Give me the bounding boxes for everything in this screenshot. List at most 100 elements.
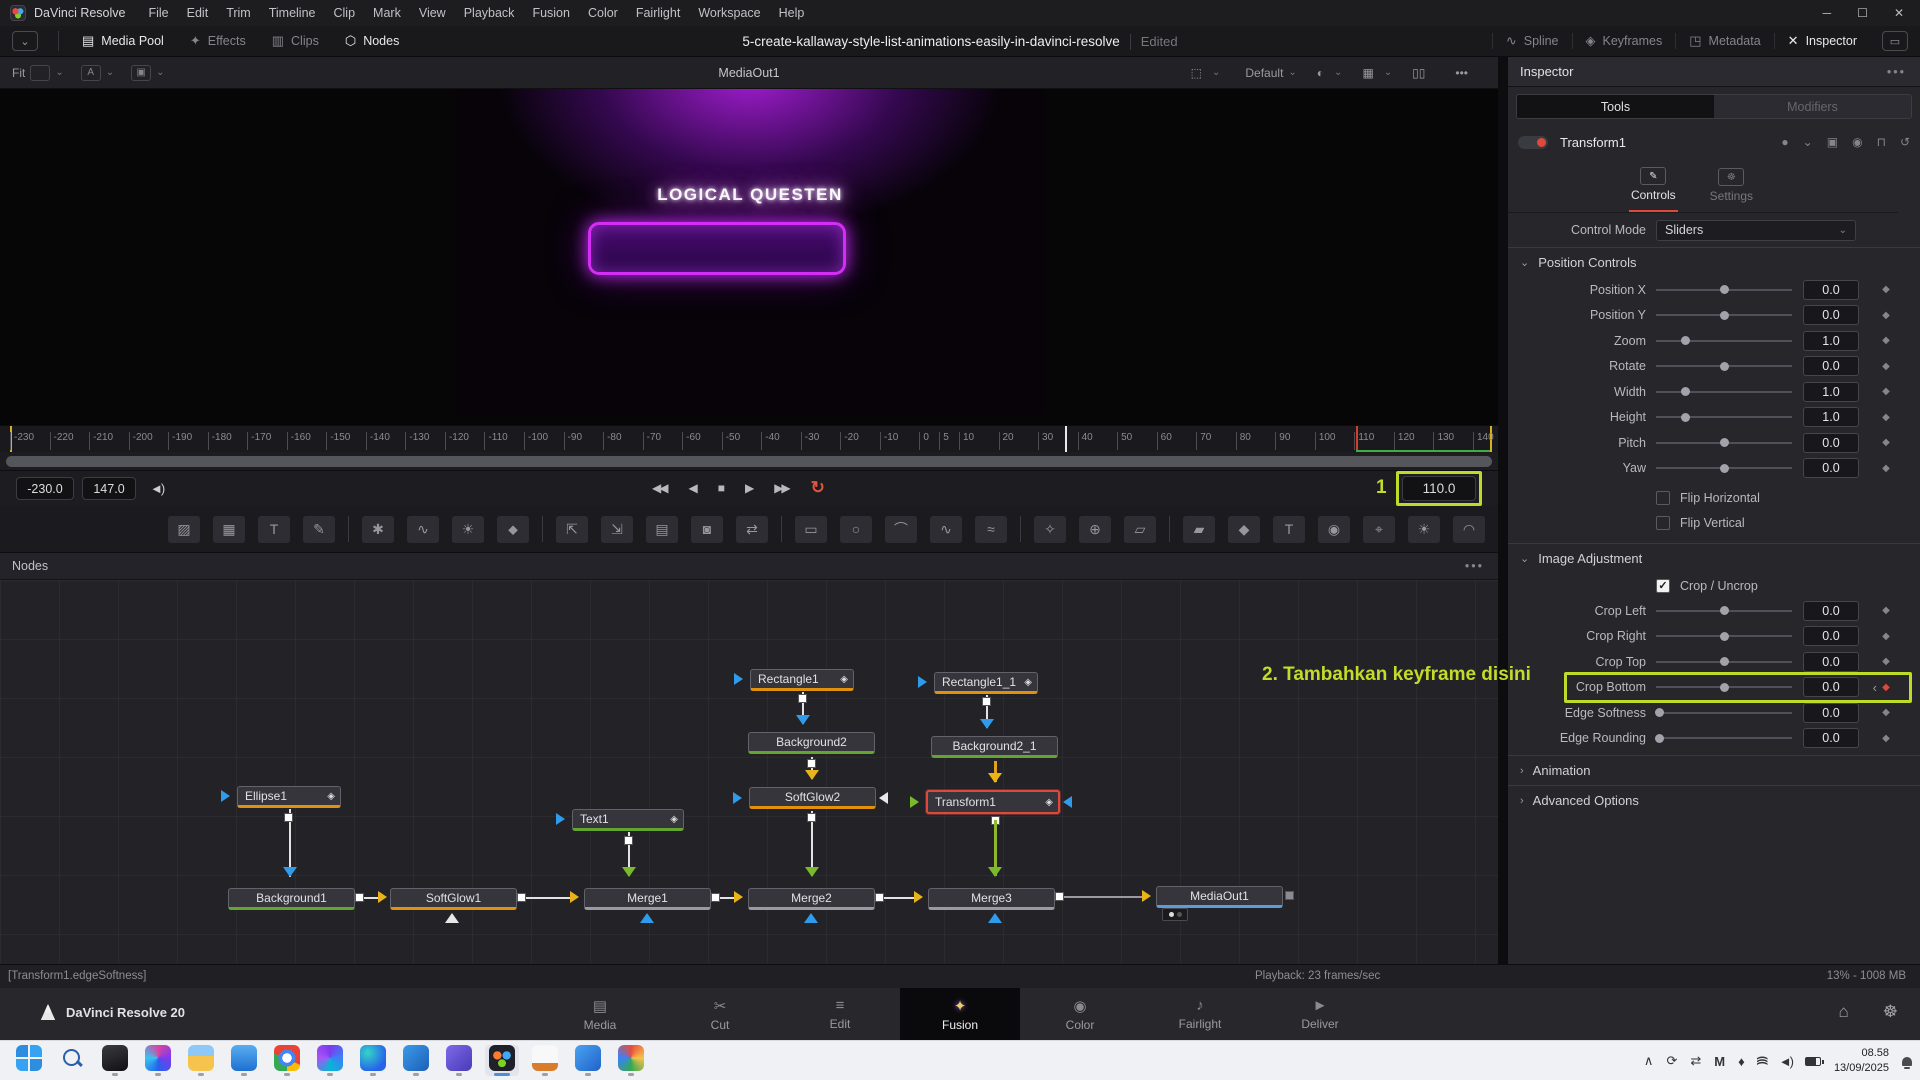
renderer-3d-icon[interactable]: ◠ [1453, 515, 1485, 543]
node-view-diamond-icon[interactable]: ◈ [670, 814, 678, 825]
photos-icon[interactable] [571, 1045, 605, 1076]
node-input-port[interactable] [221, 790, 230, 802]
menu-item[interactable]: Edit [178, 6, 218, 20]
keyframe-diamond-icon[interactable]: ◆ [1879, 656, 1893, 667]
slider-handle[interactable] [1680, 412, 1690, 422]
node-text1[interactable]: Text1 ◈ [572, 809, 684, 831]
text-3d-icon[interactable]: T [1273, 515, 1305, 543]
metadata-button[interactable]: ◳ Metadata [1675, 33, 1773, 49]
connector-handle[interactable] [1285, 891, 1294, 900]
node-background2-1[interactable]: Background2_1 [931, 736, 1058, 758]
vscode-icon[interactable] [399, 1045, 433, 1076]
sep[interactable] [1169, 516, 1170, 542]
fit-zoom-select[interactable]: Fit ⌄ [12, 64, 64, 81]
slider-track[interactable] [1656, 410, 1792, 424]
connector-handle[interactable] [355, 893, 364, 902]
connector-handle[interactable] [284, 813, 293, 822]
node-input-port-selected[interactable] [910, 796, 919, 808]
keyframe-diamond-icon[interactable]: ◆ [1879, 310, 1893, 321]
overlay-select[interactable]: ⬚ ⌄ [1181, 66, 1231, 80]
value-field[interactable]: 0.0 [1803, 626, 1859, 647]
node-view-diamond-icon[interactable]: ◈ [1024, 677, 1032, 688]
slider-handle[interactable] [1720, 361, 1729, 371]
page-tab-cut[interactable]: ✂ Cut [660, 988, 780, 1040]
connector-handle[interactable] [624, 836, 633, 845]
slider-track[interactable] [1656, 655, 1792, 669]
particle-forces-icon[interactable]: ⊕ [1079, 515, 1111, 543]
slider-handle[interactable] [1720, 310, 1729, 320]
reset-icon[interactable]: ↺ [1900, 135, 1910, 149]
slider-handle[interactable] [1680, 387, 1690, 397]
connector-handle[interactable] [807, 813, 816, 822]
slider-track[interactable] [1656, 680, 1792, 694]
volume-icon[interactable]: ◄) [1779, 1054, 1794, 1069]
inspector-button[interactable]: ✕ Inspector [1773, 33, 1870, 49]
viewer-menu-button[interactable]: ••• [1445, 66, 1488, 80]
keyframe-diamond-icon[interactable]: ◆ [1879, 682, 1893, 693]
slider-handle[interactable] [1654, 708, 1664, 718]
particle-emitter-icon[interactable]: ✧ [1034, 515, 1066, 543]
paint-icon[interactable]: ✎ [303, 515, 335, 543]
text-plus-icon[interactable]: T [258, 515, 290, 543]
slider-track[interactable] [1656, 436, 1792, 450]
value-field[interactable]: 0.0 [1803, 702, 1859, 723]
slider-track[interactable] [1656, 385, 1792, 399]
viewer-panel[interactable]: LOGICAL QUESTEN [0, 89, 1498, 425]
search-button[interactable] [55, 1045, 89, 1071]
slider-track[interactable] [1656, 461, 1792, 475]
page-tab-media[interactable]: ▤ Media [540, 988, 660, 1040]
slider-track[interactable] [1654, 731, 1792, 745]
menu-item[interactable]: Timeline [260, 6, 325, 20]
ellipse-mask-icon[interactable]: ○ [840, 515, 872, 543]
menu-item[interactable]: Workspace [689, 6, 769, 20]
menu-item[interactable]: Mark [364, 6, 410, 20]
wand-mask-icon[interactable]: ≈ [975, 515, 1007, 543]
dual-screen-icon[interactable]: ▭ [1882, 31, 1908, 51]
menu-item[interactable]: Color [579, 6, 627, 20]
bspline-mask-icon[interactable]: ∿ [930, 515, 962, 543]
page-tab-fairlight[interactable]: ♪ Fairlight [1140, 988, 1260, 1040]
page-tab-deliver[interactable]: ► Deliver [1260, 988, 1380, 1040]
range-start-field[interactable]: -230.0 [16, 477, 74, 500]
value-field[interactable]: 1.0 [1803, 407, 1859, 428]
inspector-menu[interactable]: ••• [1887, 65, 1906, 79]
phone-link-icon[interactable] [98, 1045, 132, 1076]
minimize-button[interactable]: ─ [1823, 6, 1832, 20]
copy-icon[interactable]: ▣ [1827, 135, 1838, 149]
menu-item[interactable]: Trim [217, 6, 260, 20]
slider-handle[interactable] [1654, 733, 1664, 743]
node-softglow1[interactable]: SoftGlow1 [390, 888, 517, 910]
designer-icon[interactable] [313, 1045, 347, 1076]
go-to-start-button[interactable]: ◀◀ [652, 481, 669, 495]
slider-handle[interactable] [1720, 285, 1729, 295]
value-field[interactable]: 0.0 [1803, 728, 1859, 749]
close-button[interactable]: ✕ [1894, 6, 1904, 20]
clipchamp-icon[interactable] [141, 1045, 175, 1076]
nodes-button[interactable]: ⬡ Nodes [332, 33, 413, 49]
value-field[interactable]: 0.0 [1803, 677, 1859, 698]
slider-track[interactable] [1656, 629, 1792, 643]
mask-input-port[interactable] [640, 913, 654, 923]
keyframe-diamond-icon[interactable]: ◆ [1879, 733, 1893, 744]
slider-handle[interactable] [1720, 606, 1729, 616]
menu-item[interactable]: Help [770, 6, 814, 20]
page-tab-fusion[interactable]: ✦ Fusion [900, 988, 1020, 1040]
image-plane-3d-icon[interactable]: ▰ [1183, 515, 1215, 543]
subtab-controls[interactable]: ✎ Controls [1628, 159, 1678, 212]
effects-button[interactable]: ✦ Effects [177, 33, 259, 49]
node-input-port[interactable] [733, 792, 742, 804]
microsoft-store-icon[interactable] [227, 1045, 261, 1076]
notepad-icon[interactable] [528, 1045, 562, 1076]
current-frame-field[interactable]: 110.0 [1402, 476, 1476, 501]
keyframe-nav-icon[interactable]: ‹ [1865, 680, 1877, 695]
node-input-port[interactable] [918, 676, 927, 688]
page-tab-color[interactable]: ◉ Color [1020, 988, 1140, 1040]
fast-noise-icon[interactable]: ▦ [213, 515, 245, 543]
start-button[interactable] [12, 1045, 46, 1071]
node-merge3[interactable]: Merge3 [928, 888, 1055, 910]
section-advanced-options[interactable]: › Advanced Options [1508, 785, 1920, 815]
play-reverse-button[interactable]: ◀ [688, 481, 697, 495]
node-softglow2[interactable]: SoftGlow2 [749, 787, 876, 809]
connector-handle[interactable] [875, 893, 884, 902]
media-pool-button[interactable]: ▤ Media Pool [69, 33, 177, 49]
